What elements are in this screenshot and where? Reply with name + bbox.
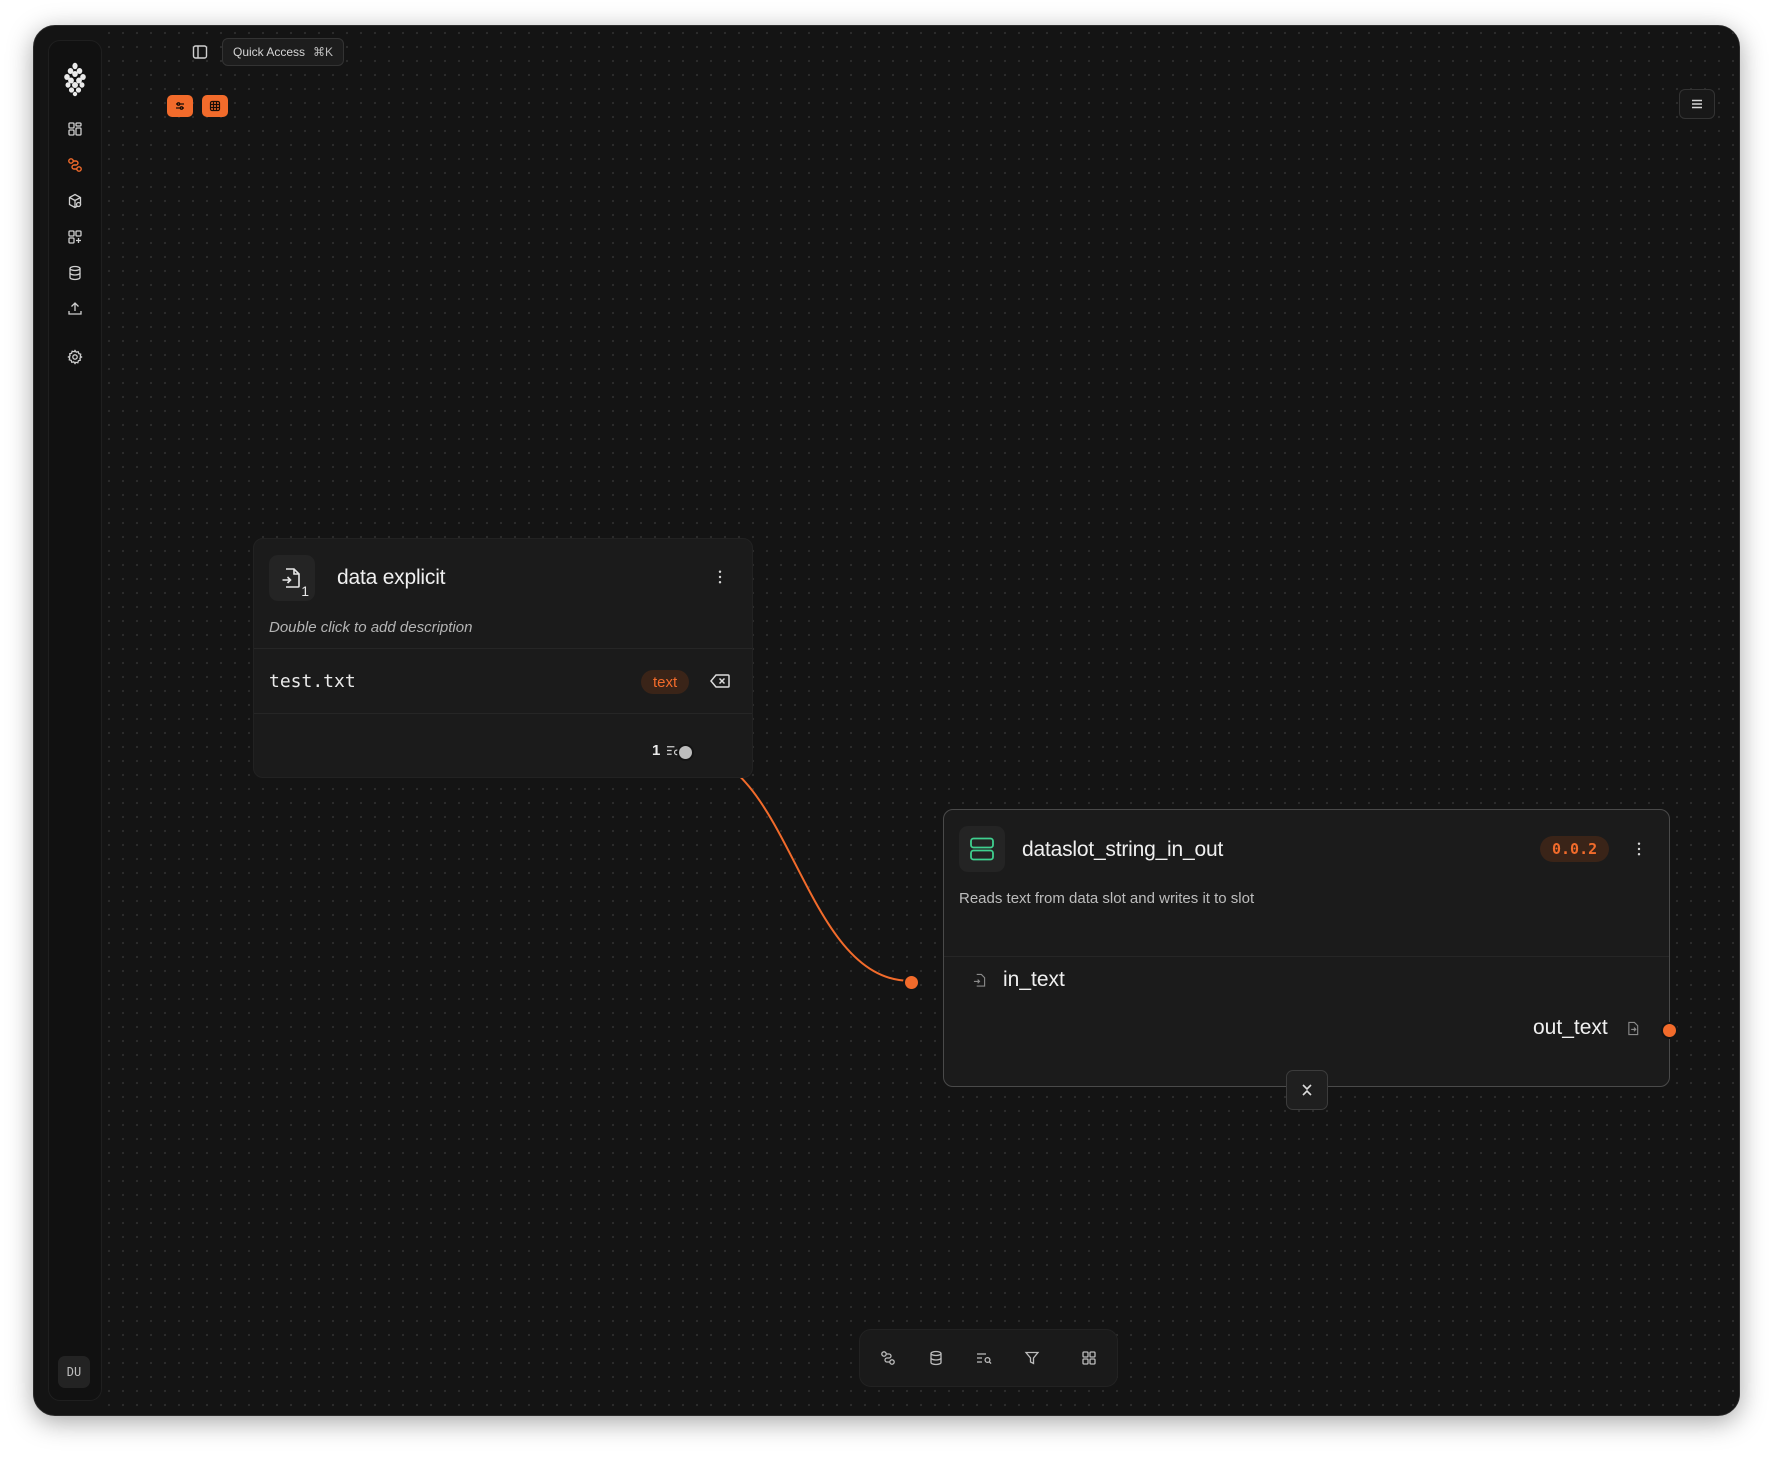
workflow-canvas[interactable]: Quick Access ⌘K 1 data explicit Double c… <box>102 26 1739 1415</box>
panel-left-icon <box>192 45 208 59</box>
file-type-badge: text <box>641 670 690 694</box>
hamburger-menu-icon <box>1692 99 1702 109</box>
bottom-toolbar <box>859 1329 1118 1387</box>
kebab-menu-icon <box>718 570 722 584</box>
package-icon <box>68 193 82 209</box>
database-icon <box>69 265 81 281</box>
kebab-menu-icon <box>1637 842 1641 856</box>
data-node-title: data explicit <box>337 566 446 589</box>
grid-icon <box>1082 1351 1096 1365</box>
process-node-output-port[interactable] <box>1661 1022 1678 1039</box>
process-node-title: dataslot_string_in_out <box>1022 838 1224 861</box>
workflow-icon <box>68 158 82 172</box>
sidebar-item-dashboard[interactable] <box>62 116 88 142</box>
sidebar-item-upload[interactable] <box>62 296 88 322</box>
output-file-icon <box>1627 1021 1640 1036</box>
divider <box>254 713 752 714</box>
sidebar-item-packages[interactable] <box>62 188 88 214</box>
sidebar-toggle-button[interactable] <box>191 43 209 61</box>
dashboard-icon <box>68 122 82 136</box>
collapse-node-button[interactable] <box>1286 1070 1328 1110</box>
data-node-output-port[interactable] <box>677 744 694 761</box>
upload-icon <box>68 302 82 315</box>
input-file-icon <box>973 973 986 988</box>
toolbar-database-button[interactable] <box>926 1348 946 1368</box>
output-port-label: out_text <box>1533 1016 1608 1039</box>
sidebar-item-apps[interactable] <box>62 224 88 250</box>
divider <box>254 648 752 649</box>
quick-access-label: Quick Access <box>233 45 306 59</box>
data-node-menu-button[interactable] <box>712 567 728 587</box>
canvas-menu-button[interactable] <box>1679 89 1715 119</box>
output-count: 1 <box>652 742 661 759</box>
data-node-icon-box: 1 <box>269 555 315 601</box>
server-icon <box>970 837 994 861</box>
quick-access-shortcut: ⌘K <box>313 45 334 59</box>
list-search-icon <box>977 1353 992 1365</box>
user-avatar[interactable]: DU <box>58 1356 90 1388</box>
sidebar-item-workflows[interactable] <box>62 152 88 178</box>
process-node-icon-box <box>959 826 1005 872</box>
toolbar-grid-button[interactable] <box>1079 1348 1099 1368</box>
data-node-icon-count: 1 <box>301 583 309 599</box>
toolbar-workflow-button[interactable] <box>878 1348 898 1368</box>
input-port-label: in_text <box>1003 968 1065 991</box>
process-node-menu-button[interactable] <box>1631 839 1647 859</box>
process-node-description[interactable]: Reads text from data slot and writes it … <box>959 890 1254 907</box>
apps-icon <box>68 230 82 244</box>
process-node-input-port[interactable] <box>903 974 920 991</box>
sidebar-item-settings[interactable] <box>62 344 88 370</box>
database-icon <box>930 1350 942 1366</box>
workflow-icon <box>881 1351 895 1365</box>
version-badge: 0.0.2 <box>1540 836 1610 862</box>
data-node-description[interactable]: Double click to add description <box>269 619 472 636</box>
file-name: test.txt <box>269 671 356 692</box>
toolbar-filter-button[interactable] <box>1022 1348 1042 1368</box>
app-window: DU Quick Access ⌘K 1 data explicit Doubl… <box>33 25 1740 1416</box>
data-node[interactable]: 1 data explicit Double click to add desc… <box>253 538 753 778</box>
sidebar-item-data[interactable] <box>62 260 88 286</box>
remove-file-button[interactable] <box>709 672 731 690</box>
backspace-icon <box>710 674 730 688</box>
canvas-tool-button-2[interactable] <box>202 95 228 117</box>
canvas-tool-button-1[interactable] <box>167 95 193 117</box>
filter-icon <box>1024 1351 1040 1365</box>
sliders-icon <box>176 102 184 110</box>
quick-access-button[interactable]: Quick Access ⌘K <box>222 38 345 66</box>
collapse-chevrons-icon <box>1302 1084 1312 1096</box>
settings-icon <box>67 349 83 365</box>
toolbar-list-search-button[interactable] <box>974 1348 994 1368</box>
process-node[interactable]: dataslot_string_in_out 0.0.2 Reads text … <box>943 809 1670 1087</box>
sidebar: DU <box>48 40 102 1401</box>
divider <box>944 956 1669 957</box>
pinecone-logo-icon[interactable] <box>60 61 90 97</box>
grid-table-icon <box>209 100 221 112</box>
